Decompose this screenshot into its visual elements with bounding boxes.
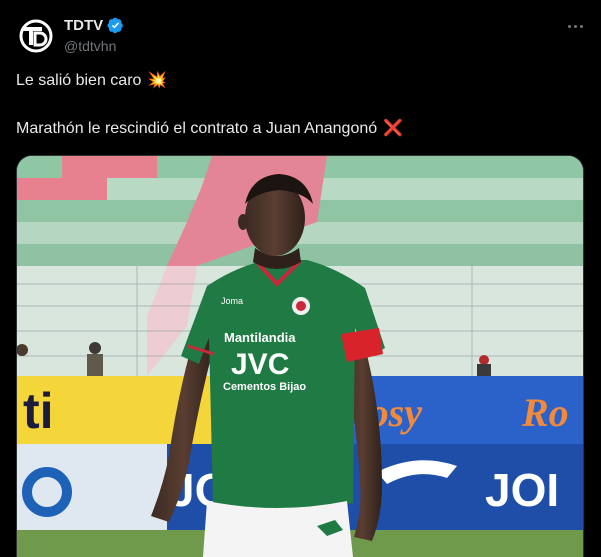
jersey-sponsor-bottom: Cementos Bijao: [223, 381, 306, 393]
display-name[interactable]: TDTV: [64, 17, 103, 34]
tweet-photo[interactable]: ti Rosy Ro JO JOI Mantilandia JVC Cement…: [16, 155, 584, 557]
tdtv-logo-icon: [17, 17, 55, 55]
tweet-line-2-text: Marathón le rescindió el contrato a Juan…: [16, 120, 378, 137]
board-right-text-b: Ro: [521, 390, 569, 435]
tweet-text: Le salió bien caro 💥 Marathón le rescind…: [16, 70, 585, 140]
collision-emoji-icon: 💥: [147, 72, 168, 89]
tweet-line-1: Le salió bien caro 💥: [16, 70, 585, 92]
handle[interactable]: @tdtvhn: [64, 38, 116, 54]
tweet-header: TDTV @tdtvhn: [16, 14, 585, 58]
board-left-text: ti: [23, 383, 54, 439]
avatar[interactable]: [16, 16, 56, 56]
board-bottom-text-b: JOI: [485, 464, 559, 516]
jersey-brand: Joma: [221, 296, 243, 306]
player-photo: ti Rosy Ro JO JOI Mantilandia JVC Cement…: [17, 156, 583, 557]
tweet-line-1-text: Le salió bien caro: [16, 72, 142, 89]
cross-mark-emoji-icon: ❌: [383, 120, 404, 137]
tweet-line-2: Marathón le rescindió el contrato a Juan…: [16, 118, 585, 140]
jersey-sponsor-top: Mantilandia: [224, 330, 296, 345]
verified-badge-icon: [107, 17, 124, 34]
jersey-sponsor-main: JVC: [231, 348, 289, 381]
more-options-icon[interactable]: [565, 16, 585, 36]
